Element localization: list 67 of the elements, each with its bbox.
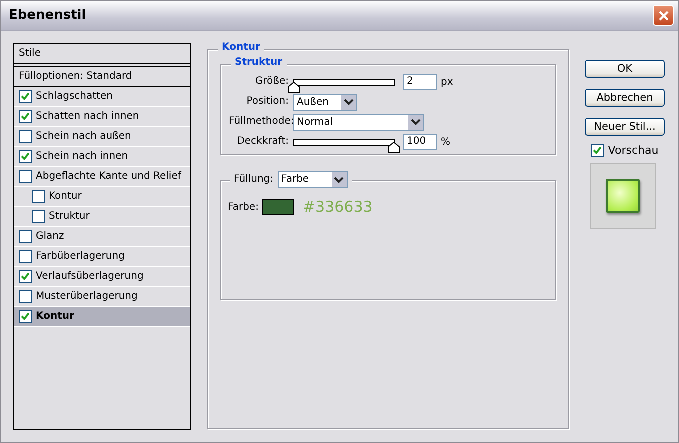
list-item[interactable]: Fülloptionen: Standard bbox=[14, 67, 190, 87]
checkbox[interactable] bbox=[19, 90, 32, 103]
effect-row[interactable]: Farbüberlagerung bbox=[14, 247, 190, 267]
color-code: #336633 bbox=[302, 198, 373, 216]
window-title: Ebenenstil bbox=[9, 8, 86, 23]
position-dropdown[interactable]: Außen bbox=[293, 94, 357, 110]
checkbox[interactable] bbox=[19, 250, 32, 263]
effect-row[interactable]: Abgeflachte Kante und Relief bbox=[14, 167, 190, 187]
effect-label: Schein nach außen bbox=[36, 131, 132, 142]
field-label: Position: bbox=[246, 95, 289, 109]
effect-row[interactable]: Glanz bbox=[14, 227, 190, 247]
checkbox[interactable] bbox=[19, 150, 32, 163]
field-label: Farbe: bbox=[228, 202, 259, 212]
chevron-down-icon bbox=[410, 119, 420, 125]
effect-row[interactable]: Schein nach außen bbox=[14, 127, 190, 147]
checkbox[interactable] bbox=[19, 310, 32, 323]
effect-label: Farbüberlagerung bbox=[36, 251, 125, 262]
input-field[interactable]: 100 bbox=[403, 134, 437, 150]
checkbox[interactable] bbox=[19, 270, 32, 283]
effect-row[interactable]: Schlagschatten bbox=[14, 87, 190, 107]
dialog-button[interactable]: OK bbox=[585, 60, 665, 78]
effect-row[interactable]: Kontur bbox=[14, 187, 190, 207]
checkbox[interactable] bbox=[19, 290, 32, 303]
checkbox[interactable] bbox=[19, 110, 32, 123]
field-label: Deckkraft: bbox=[236, 135, 289, 149]
effect-label: Musterüberlagerung bbox=[36, 291, 138, 302]
fill-type-dropdown[interactable]: Farbe bbox=[278, 171, 348, 188]
effect-label: Struktur bbox=[49, 211, 90, 222]
effect-row[interactable]: Schein nach innen bbox=[14, 147, 190, 167]
close-icon bbox=[658, 10, 670, 22]
checkbox[interactable] bbox=[32, 190, 45, 203]
field-label: Füllung: bbox=[234, 174, 274, 185]
effect-label: Schlagschatten bbox=[36, 91, 113, 102]
blend-mode-dropdown[interactable]: Normal bbox=[293, 114, 424, 130]
effect-row[interactable]: Kontur bbox=[14, 307, 190, 327]
effect-label: Verlaufsüberlagerung bbox=[36, 271, 144, 282]
effect-row[interactable]: Verlaufsüberlagerung bbox=[14, 267, 190, 287]
effect-label: Kontur bbox=[49, 191, 82, 202]
effect-label: Schatten nach innen bbox=[36, 111, 140, 122]
checkbox[interactable] bbox=[19, 230, 32, 243]
effect-row[interactable]: Schatten nach innen bbox=[14, 107, 190, 127]
color-swatch[interactable] bbox=[262, 199, 294, 215]
close-button[interactable] bbox=[653, 5, 674, 26]
slider-thumb[interactable] bbox=[288, 82, 300, 92]
slider-thumb[interactable] bbox=[388, 142, 400, 152]
checkbox[interactable] bbox=[19, 170, 32, 183]
dialog-button[interactable]: Abbrechen bbox=[585, 89, 665, 107]
list-heading[interactable]: Stile bbox=[14, 44, 190, 67]
preview-square-icon bbox=[606, 179, 640, 213]
chevron-down-icon bbox=[334, 176, 344, 182]
checkbox[interactable] bbox=[32, 210, 45, 223]
group-title: Kontur bbox=[218, 42, 264, 53]
preview-label: Vorschau bbox=[608, 144, 659, 157]
input-field[interactable]: 2 bbox=[403, 74, 437, 90]
dialog-button[interactable]: Neuer Stil... bbox=[585, 118, 665, 136]
unit-label: px bbox=[441, 76, 454, 88]
checkbox[interactable] bbox=[591, 144, 604, 157]
checkbox[interactable] bbox=[19, 130, 32, 143]
group-title: Struktur bbox=[231, 57, 287, 68]
effect-label: Glanz bbox=[36, 231, 64, 242]
field-label: Größe: bbox=[254, 75, 289, 89]
effect-label: Kontur bbox=[36, 311, 74, 322]
effect-label: Abgeflachte Kante und Relief bbox=[36, 171, 182, 182]
chevron-down-icon bbox=[344, 99, 354, 105]
effect-label: Schein nach innen bbox=[36, 151, 128, 162]
unit-label: % bbox=[441, 136, 451, 148]
effect-row[interactable]: Struktur bbox=[14, 207, 190, 227]
